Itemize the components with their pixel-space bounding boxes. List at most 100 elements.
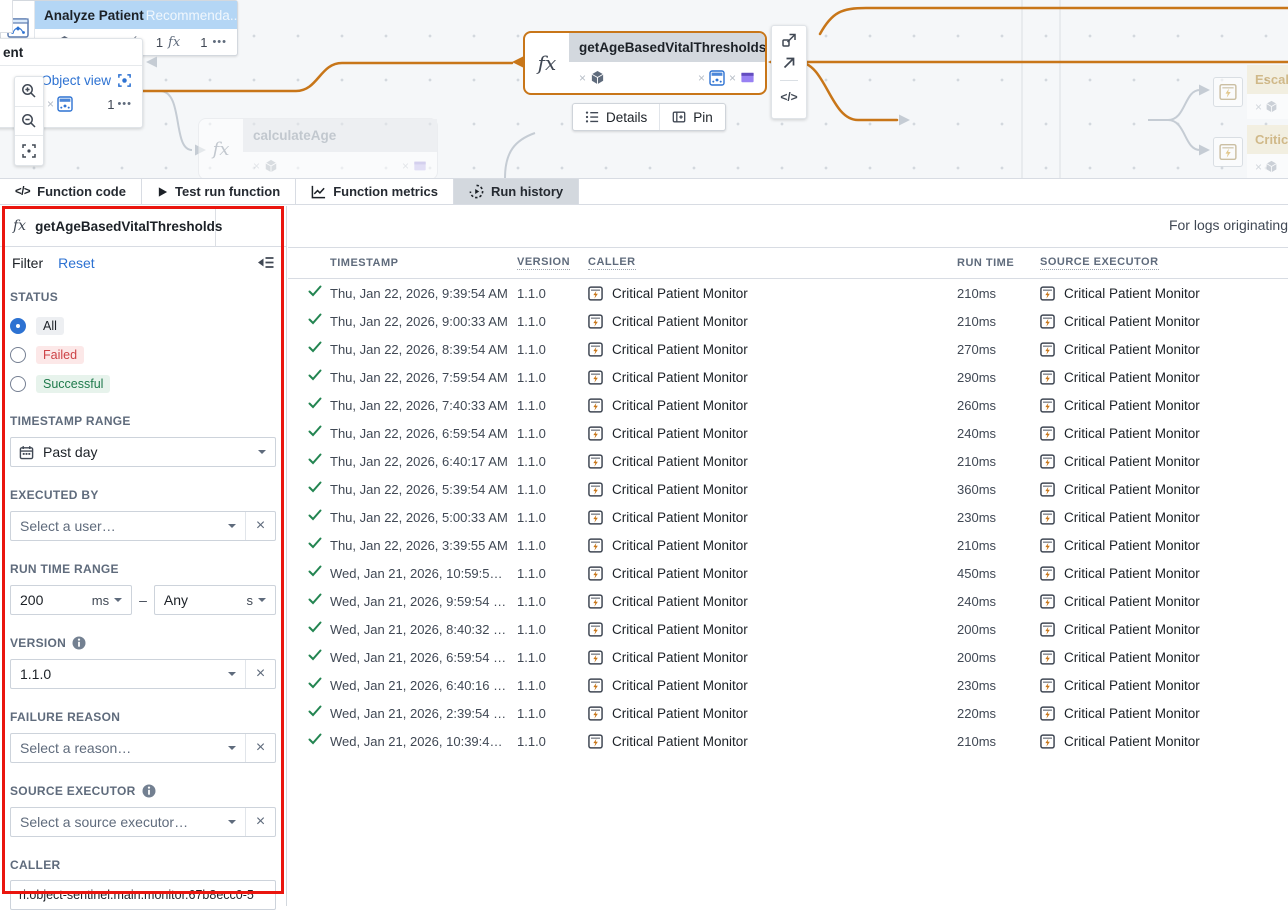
status-badge-successful: Successful [36,375,110,393]
run-history-row[interactable]: Thu, Jan 22, 2026, 7:40:33 AM 1.1.0 Crit… [288,391,1288,419]
clear-source-executor-button[interactable]: × [245,808,275,836]
status-cell [308,508,330,526]
run-time-min-unit-select[interactable]: ms [92,593,131,608]
object-graph-canvas[interactable]: ent Object view × 1 ••• [0,0,1288,178]
version-select[interactable]: 1.1.0 × [10,659,276,689]
tab-test-run-function[interactable]: Test run function [142,179,296,204]
run-time-max-input[interactable]: Any s [154,585,276,615]
zoom-in-button[interactable] [15,77,43,107]
failure-reason-label: FAILURE REASON [10,710,276,724]
timestamp-range-select[interactable]: Past day [10,437,276,467]
object-view-link[interactable]: Object view [41,73,111,88]
selected-function-node[interactable]: fx getAgeBasedVitalThresholds × × × [523,31,767,95]
run-caller: Critical Patient Monitor [588,314,957,329]
collapse-panel-icon[interactable] [257,255,274,270]
node-title: calculateAge [243,119,437,152]
run-caller: Critical Patient Monitor [588,510,957,525]
send-to-graph-icon[interactable] [781,32,797,48]
run-history-row[interactable]: Wed, Jan 21, 2026, 6:59:54 … 1.1.0 Criti… [288,643,1288,671]
zoom-fit-button[interactable] [15,136,43,165]
clear-failure-reason-button[interactable]: × [245,734,275,762]
status-option-successful[interactable]: Successful [10,375,276,393]
run-history-row[interactable]: Thu, Jan 22, 2026, 8:39:54 AM 1.1.0 Crit… [288,335,1288,363]
run-history-row[interactable]: Wed, Jan 21, 2026, 10:39:4… 1.1.0 Critic… [288,727,1288,755]
success-check-icon [308,341,322,353]
zoom-out-button[interactable] [15,107,43,137]
run-time-max-value[interactable]: Any [155,592,247,608]
remove-icon[interactable]: × [698,71,705,85]
run-version: 1.1.0 [517,314,588,329]
escalation-automation-node[interactable]: Escala × [1213,65,1288,119]
radio-icon[interactable] [10,376,26,392]
pin-button[interactable]: Pin [659,104,725,130]
remove-icon[interactable]: × [729,71,736,85]
col-run-time[interactable]: RUN TIME [957,257,1040,269]
open-link-icon[interactable] [781,55,797,71]
run-history-row[interactable]: Thu, Jan 22, 2026, 7:59:54 AM 1.1.0 Crit… [288,363,1288,391]
run-time: 210ms [957,538,1040,553]
run-timestamp: Thu, Jan 22, 2026, 7:40:33 AM [330,398,517,413]
source-executor-name: Critical Patient Monitor [1064,454,1200,469]
monitor-bolt-icon [588,286,603,301]
source-executor-label: SOURCE EXECUTOR [10,784,276,798]
tab-run-history[interactable]: Run history [454,179,579,204]
reset-filters-link[interactable]: Reset [58,255,242,271]
failure-reason-select[interactable]: Select a reason… × [10,733,276,763]
run-source-executor: Critical Patient Monitor [1040,286,1288,301]
col-version[interactable]: VERSION [517,256,570,270]
run-timestamp: Wed, Jan 21, 2026, 2:39:54 … [330,706,517,721]
run-history-row[interactable]: Thu, Jan 22, 2026, 5:39:54 AM 1.1.0 Crit… [288,475,1288,503]
run-time-min-value[interactable]: 200 [11,592,92,608]
status-cell [308,368,330,386]
more-icon[interactable]: ••• [117,98,132,110]
tab-function-code[interactable]: </> Function code [0,179,142,204]
caller-name: Critical Patient Monitor [612,650,748,665]
col-source-executor[interactable]: SOURCE EXECUTOR [1040,256,1159,270]
col-caller[interactable]: CALLER [588,256,636,270]
remove-icon[interactable]: × [47,97,54,111]
tab-function-metrics[interactable]: Function metrics [296,179,454,204]
logs-origin-note: For logs originating [1169,217,1288,233]
run-history-row[interactable]: Thu, Jan 22, 2026, 3:39:55 AM 1.1.0 Crit… [288,531,1288,559]
run-caller: Critical Patient Monitor [588,286,957,301]
monitor-bolt-icon [1040,342,1055,357]
monitor-bolt-icon [588,314,603,329]
run-time: 260ms [957,398,1040,413]
status-option-all[interactable]: All [10,317,276,335]
source-executor-name: Critical Patient Monitor [1064,426,1200,441]
col-timestamp[interactable]: TIMESTAMP [330,257,517,269]
run-caller: Critical Patient Monitor [588,706,957,721]
info-icon[interactable] [142,784,156,798]
run-time-max-unit-select[interactable]: s [247,593,276,608]
source-executor-select[interactable]: Select a source executor… × [10,807,276,837]
executed-by-select[interactable]: Select a user… × [10,511,276,541]
radio-icon[interactable] [10,347,26,363]
run-history-row[interactable]: Thu, Jan 22, 2026, 9:39:54 AM 1.1.0 Crit… [288,279,1288,307]
details-button[interactable]: Details [573,104,659,130]
run-history-row[interactable]: Wed, Jan 21, 2026, 8:40:32 … 1.1.0 Criti… [288,615,1288,643]
monitor-bolt-icon [1040,622,1055,637]
run-history-row[interactable]: Wed, Jan 21, 2026, 9:59:54 … 1.1.0 Criti… [288,587,1288,615]
clear-version-button[interactable]: × [245,660,275,688]
locate-target-icon[interactable] [117,73,132,88]
critical-automation-node[interactable]: Critica × [1213,125,1288,178]
remove-icon[interactable]: × [579,71,586,85]
run-time-min-input[interactable]: 200 ms [10,585,132,615]
run-history-row[interactable]: Wed, Jan 21, 2026, 2:39:54 … 1.1.0 Criti… [288,699,1288,727]
run-history-row[interactable]: Thu, Jan 22, 2026, 9:00:33 AM 1.1.0 Crit… [288,307,1288,335]
caller-name: Critical Patient Monitor [612,454,748,469]
status-option-failed[interactable]: Failed [10,346,276,364]
function-icon: fx [13,218,26,234]
radio-selected-icon[interactable] [10,318,26,334]
run-history-row[interactable]: Thu, Jan 22, 2026, 6:59:54 AM 1.1.0 Crit… [288,419,1288,447]
run-history-row[interactable]: Wed, Jan 21, 2026, 6:40:16 … 1.1.0 Criti… [288,671,1288,699]
run-history-row[interactable]: Wed, Jan 21, 2026, 10:59:5… 1.1.0 Critic… [288,559,1288,587]
run-history-row[interactable]: Thu, Jan 22, 2026, 5:00:33 AM 1.1.0 Crit… [288,503,1288,531]
clear-executed-by-button[interactable]: × [245,512,275,540]
info-icon[interactable] [72,636,86,650]
calculate-age-node[interactable]: fx calculateAge × × [198,118,438,178]
caller-name: Critical Patient Monitor [612,370,748,385]
run-history-row[interactable]: Thu, Jan 22, 2026, 6:40:17 AM 1.1.0 Crit… [288,447,1288,475]
code-icon[interactable]: </> [780,90,797,104]
version-filter-label: VERSION [10,636,276,650]
